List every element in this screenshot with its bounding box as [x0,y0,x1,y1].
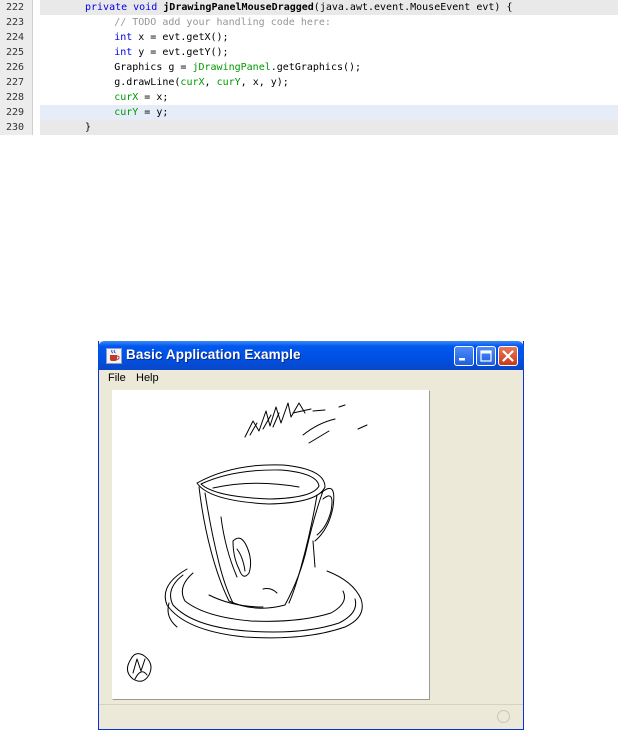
code-line[interactable]: 224 int x = evt.getX(); [0,30,618,45]
code-token: curY [216,77,241,88]
title-bar[interactable]: Basic Application Example [98,341,524,370]
code-token: curY [114,107,139,118]
line-number: 225 [0,45,33,60]
code-token: , [204,77,217,88]
code-text[interactable]: int y = evt.getY(); [40,45,618,60]
drawing-panel[interactable] [112,390,430,700]
line-number: 229 [0,105,33,120]
code-text[interactable]: g.drawLine(curX, curY, x, y); [40,75,618,90]
code-text[interactable]: private void jDrawingPanelMouseDragged(j… [40,0,618,15]
code-token: Graphics g = [114,62,193,73]
line-number: 227 [0,75,33,90]
code-token: jDrawingPanelMouseDragged [163,2,314,13]
code-text[interactable]: } [40,120,618,135]
code-token: (java.awt.event.MouseEvent evt) { [313,2,513,13]
line-number: 222 [0,0,33,15]
code-token: private void [85,2,164,13]
status-bar [99,704,523,729]
code-line[interactable]: 222 private void jDrawingPanelMouseDragge… [0,0,618,15]
minimize-button[interactable] [454,346,474,366]
line-number: 228 [0,90,33,105]
code-line[interactable]: 226 Graphics g = jDrawingPanel.getGraphic… [0,60,618,75]
menu-help[interactable]: Help [136,372,159,384]
line-number: 224 [0,30,33,45]
code-token: // TODO add your handling code here: [114,17,331,28]
app-window: Basic Application Example File Help [98,341,524,730]
code-line[interactable]: 228 curX = x; [0,90,618,105]
code-text[interactable]: Graphics g = jDrawingPanel.getGraphics()… [40,60,618,75]
code-line[interactable]: 229 curY = y; [0,105,618,120]
busy-indicator-icon [497,710,510,723]
maximize-button[interactable] [476,346,496,366]
code-token: curX [180,77,205,88]
line-number: 226 [0,60,33,75]
java-cup-icon[interactable] [106,348,122,364]
menu-file[interactable]: File [108,372,126,384]
maximize-icon [480,350,492,362]
code-token: .getGraphics(); [270,62,362,73]
code-token: } [85,122,92,133]
menu-bar: File Help [99,370,523,388]
code-token: int [114,32,133,43]
code-token: jDrawingPanel [192,62,271,73]
code-line[interactable]: 225 int y = evt.getY(); [0,45,618,60]
code-token: g.drawLine( [114,77,181,88]
code-text[interactable]: curY = y; [40,105,618,120]
close-icon [502,350,514,362]
code-line[interactable]: 230} [0,120,618,135]
freehand-cup-drawing [127,402,368,682]
window-title: Basic Application Example [126,347,301,362]
code-text[interactable]: // TODO add your handling code here: [40,15,618,30]
code-token: , x, y); [240,77,289,88]
code-token: int [114,47,133,58]
code-line[interactable]: 227 g.drawLine(curX, curY, x, y); [0,75,618,90]
code-text[interactable]: curX = x; [40,90,618,105]
code-token: = x; [138,92,169,103]
minimize-icon [459,358,465,361]
code-text[interactable]: int x = evt.getX(); [40,30,618,45]
code-editor[interactable]: 222 private void jDrawingPanelMouseDragge… [0,0,618,152]
code-token: curX [114,92,139,103]
line-number: 230 [0,120,33,135]
code-token: = y; [138,107,169,118]
code-token: y = evt.getY(); [132,47,229,58]
line-number: 223 [0,15,33,30]
code-line[interactable]: 223 // TODO add your handling code here: [0,15,618,30]
code-token: x = evt.getX(); [132,32,229,43]
close-button[interactable] [498,346,518,366]
